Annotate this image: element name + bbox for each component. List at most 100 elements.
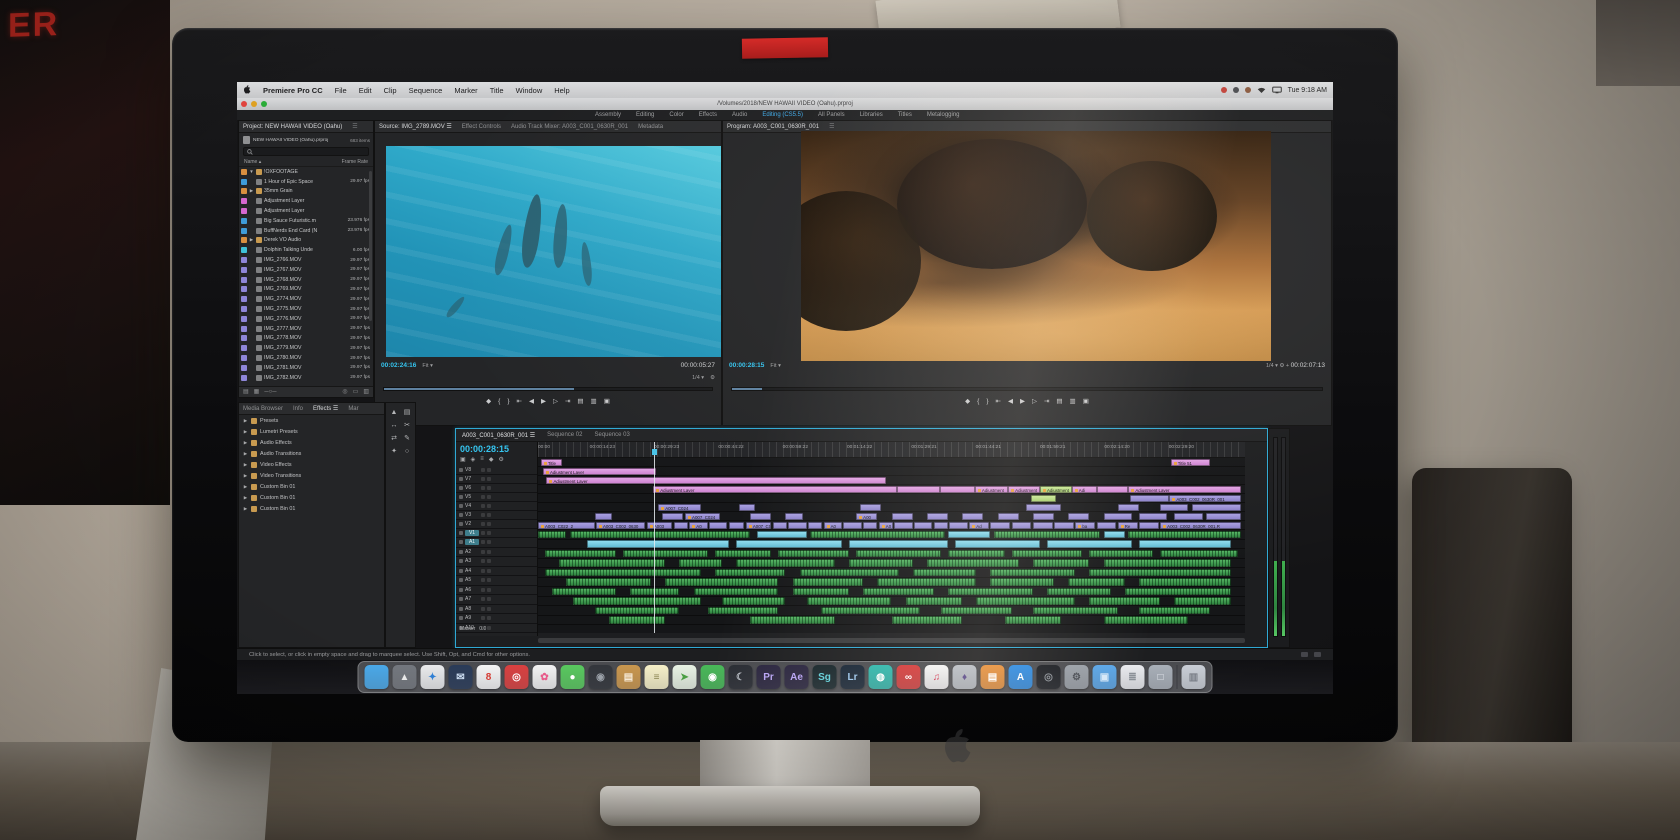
track-toggle[interactable] <box>487 540 491 544</box>
timeline-clip[interactable] <box>785 513 803 520</box>
menu-extra-dark-icon[interactable] <box>1233 87 1239 93</box>
track-toggle[interactable] <box>487 513 491 517</box>
track-v2[interactable]: A007_C024A00 <box>538 512 1245 521</box>
timeline-clip[interactable] <box>757 531 806 539</box>
timeline-clip[interactable] <box>773 522 787 529</box>
track-a2[interactable] <box>538 540 1245 550</box>
track-toggle[interactable] <box>481 578 485 582</box>
timeline-clip[interactable] <box>1139 607 1210 615</box>
track-lock-icon[interactable] <box>459 504 463 508</box>
timeline-clip[interactable] <box>1089 550 1153 558</box>
menubar-clock[interactable]: Tue 9:18 AM <box>1288 87 1327 94</box>
track-a1[interactable] <box>538 530 1245 540</box>
twirl-icon[interactable]: ▶ <box>243 440 248 446</box>
effects-bin-row[interactable]: ▶Audio Effects <box>239 437 384 448</box>
ripple-edit-tool-icon[interactable]: ↔ <box>389 421 399 431</box>
timeline-clip[interactable] <box>1206 513 1241 520</box>
new-bin-icon[interactable]: ▭ <box>353 389 359 395</box>
effects-bin-row[interactable]: ▶Custom Bin 01 <box>239 503 384 514</box>
list-view-icon[interactable]: ▤ <box>243 389 249 395</box>
tab-mar[interactable]: Mar <box>348 406 358 412</box>
timeline-clip[interactable]: Adjustment Layer <box>653 486 897 493</box>
project-row[interactable]: ▶Derek VO Audio <box>239 236 373 246</box>
mark-in-button[interactable]: { <box>977 399 979 406</box>
step-back-button[interactable]: ◀ <box>529 399 534 406</box>
track-toggle[interactable] <box>487 522 491 526</box>
program-fit-select[interactable]: Fit ▾ <box>770 363 780 369</box>
go-to-out-button[interactable]: ⇥ <box>565 399 570 406</box>
zoom-tool-icon[interactable]: ○ <box>402 447 412 457</box>
dock-camera-lens-icon[interactable]: ◎ <box>1037 665 1061 689</box>
track-header-a7[interactable]: A7 <box>456 595 537 605</box>
timeline-clip[interactable] <box>1005 616 1062 624</box>
extract-button[interactable]: ▥ <box>1070 399 1076 406</box>
timeline-clip[interactable] <box>808 522 822 529</box>
project-search-input[interactable] <box>243 147 369 156</box>
menu-item-edit[interactable]: Edit <box>353 86 378 95</box>
new-item-icon[interactable]: ▥ <box>363 389 369 395</box>
timeline-clip[interactable] <box>1097 486 1129 493</box>
dock-premiere-pro-icon[interactable]: Pr <box>757 665 781 689</box>
timeline-clip[interactable]: A003_C002_0630R_001 <box>1169 495 1241 502</box>
project-row[interactable]: IMG_2782.MOV29.97 fps <box>239 373 373 383</box>
twirl-icon[interactable]: ▶ <box>243 429 248 435</box>
timeline-clip[interactable] <box>849 559 913 567</box>
timeline-clip[interactable] <box>1104 559 1231 567</box>
timeline-clip[interactable] <box>955 540 1040 548</box>
track-name[interactable]: A1 <box>465 539 479 545</box>
column-frame-rate[interactable]: Frame Rate <box>342 159 368 165</box>
timeline-clip[interactable] <box>559 559 665 567</box>
lift-button[interactable]: ▤ <box>577 399 583 406</box>
track-lock-icon[interactable] <box>459 531 463 535</box>
track-name[interactable]: A7 <box>465 596 479 602</box>
twirl-icon[interactable]: ▶ <box>243 418 248 424</box>
track-header-a5[interactable]: A5 <box>456 576 537 586</box>
timeline-clip[interactable] <box>863 588 934 596</box>
twirl-icon[interactable]: ▶ <box>243 473 248 479</box>
timeline-clip[interactable]: A007_C034 <box>746 522 771 529</box>
track-v7[interactable]: Adjustment Layer <box>538 467 1245 476</box>
tab-effect-controls[interactable]: Effect Controls <box>462 124 501 130</box>
timeline-clip[interactable]: A003_C002_0630R_001.R <box>1160 522 1241 529</box>
source-settings-wrench-icon[interactable]: ⚙ <box>710 375 715 381</box>
track-lock-icon[interactable] <box>459 495 463 499</box>
track-toggle[interactable] <box>481 569 485 573</box>
tab-info[interactable]: Info <box>293 406 303 412</box>
dock-calendar-icon[interactable]: 8 <box>477 665 501 689</box>
track-toggle[interactable] <box>487 550 491 554</box>
track-a4[interactable] <box>538 559 1245 569</box>
tab-project[interactable]: Project: NEW HAWAII VIDEO (Oahu) <box>243 124 342 130</box>
track-a9[interactable] <box>538 606 1245 616</box>
effects-bin-row[interactable]: ▶Presets <box>239 415 384 426</box>
label-color-chip[interactable] <box>241 247 247 253</box>
label-color-chip[interactable] <box>241 228 247 234</box>
timeline-clip[interactable]: Adjustment Layer <box>1128 486 1241 493</box>
track-name[interactable]: V5 <box>465 494 479 500</box>
dock-launchpad-icon[interactable]: ▲ <box>393 665 417 689</box>
step-forward-button[interactable]: ▷ <box>1032 399 1037 406</box>
timeline-clip[interactable] <box>623 550 708 558</box>
track-a3[interactable] <box>538 549 1245 559</box>
track-name[interactable]: A6 <box>465 587 479 593</box>
track-toggle[interactable] <box>487 495 491 499</box>
track-toggle[interactable] <box>481 486 485 490</box>
step-back-button[interactable]: ◀ <box>1008 399 1013 406</box>
project-row[interactable]: IMG_2776.MOV29.97 fps <box>239 314 373 324</box>
timeline-clip[interactable] <box>573 597 700 605</box>
timeline-clip[interactable]: Title 51 <box>1171 459 1210 466</box>
track-toggle[interactable] <box>481 550 485 554</box>
timeline-clip[interactable]: Adjustment Layer <box>546 477 885 484</box>
workspace-tab-audio[interactable]: Audio <box>732 112 747 118</box>
go-to-in-button[interactable]: ⇤ <box>995 399 1000 406</box>
timeline-clip[interactable] <box>1012 522 1032 529</box>
timeline-clip[interactable]: Adjustment <box>1040 486 1072 493</box>
project-row[interactable]: IMG_2767.MOV29.97 fps <box>239 265 373 275</box>
track-a5[interactable] <box>538 568 1245 578</box>
project-row[interactable]: Dolphin Talking Unde6.00 fps <box>239 245 373 255</box>
track-header-v5[interactable]: V5 <box>456 493 537 502</box>
project-row[interactable]: 1 Hour of Epic Space29.97 fps <box>239 177 373 187</box>
tab-metadata[interactable]: Metadata <box>638 124 663 130</box>
workspace-tab-color[interactable]: Color <box>669 112 683 118</box>
timeline-clip[interactable]: A007_C024 <box>685 513 720 520</box>
label-color-chip[interactable] <box>241 257 247 263</box>
